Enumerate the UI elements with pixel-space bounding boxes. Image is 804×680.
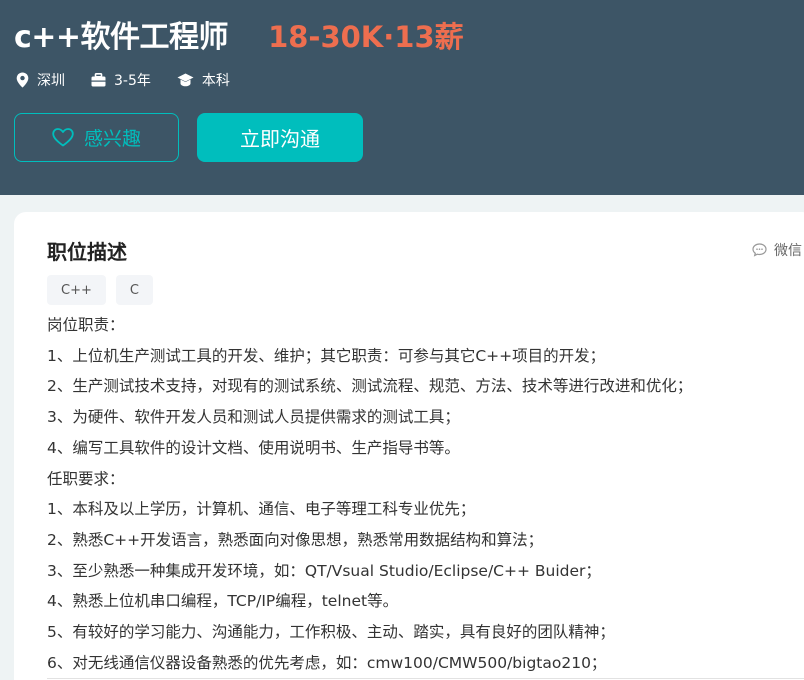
description-line: 4、熟悉上位机串口编程，TCP/IP编程，telnet等。 (47, 592, 399, 611)
section-title: 职位描述 (47, 240, 127, 264)
chat-bubble-icon (752, 243, 767, 257)
description-line: 1、上位机生产测试工具的开发、维护；其它职责：可参与其它C++项目的开发； (47, 346, 606, 365)
description-line: 5、有较好的学习能力、沟通能力，工作积极、主动、踏实，具有良好的团队精神； (47, 623, 615, 642)
title-row: c++软件工程师 18-30K·13薪 (14, 12, 464, 56)
wechat-label: 微信 (774, 243, 802, 259)
briefcase-icon (91, 73, 106, 87)
job-description-text: 岗位职责： 1、上位机生产测试工具的开发、维护；其它职责：可参与其它C++项目的… (47, 310, 804, 678)
chat-label: 立即沟通 (240, 127, 320, 151)
interest-label: 感兴趣 (83, 128, 141, 150)
location-pin-icon (16, 72, 29, 88)
meta-location: 深圳 (16, 70, 65, 90)
meta-education: 本科 (177, 70, 230, 90)
experience-text: 3-5年 (114, 73, 151, 89)
wechat-share[interactable]: 微信 (752, 240, 802, 260)
job-description-card: 职位描述 微信 C++ C 岗位职责： 1、上位机生产测试工具的开发、维护；其它… (14, 212, 804, 680)
section-divider (47, 678, 804, 679)
job-header: c++软件工程师 18-30K·13薪 深圳 3-5年 本科 感兴趣 立即沟通 (0, 0, 804, 195)
description-line: 4、编写工具软件的设计文档、使用说明书、生产指导书等。 (47, 438, 460, 457)
description-line: 1、本科及以上学历，计算机、通信、电子等理工科专业优先； (47, 500, 476, 519)
description-line: 岗位职责： (47, 316, 125, 334)
meta-experience: 3-5年 (91, 70, 151, 90)
description-line: 任职要求： (47, 469, 125, 488)
chat-now-button[interactable]: 立即沟通 (197, 113, 363, 162)
description-line: 2、熟悉C++开发语言，熟悉面向对像思想，熟悉常用数据结构和算法； (47, 530, 544, 549)
description-line: 3、至少熟悉一种集成开发环境，如：QT/Vsual Studio/Eclipse… (47, 561, 601, 580)
salary-range: 18-30K·13薪 (268, 20, 464, 54)
graduation-cap-icon (177, 73, 194, 87)
skill-tag: C (115, 275, 153, 305)
skill-tag: C++ (47, 275, 106, 305)
skill-tags: C++ C (47, 275, 163, 305)
education-text: 本科 (201, 73, 230, 89)
description-line: 6、对无线通信仪器设备熟悉的优先考虑，如：cmw100/CMW500/bigta… (47, 653, 607, 672)
job-title: c++软件工程师 (14, 20, 229, 55)
description-line: 2、生产测试技术支持，对现有的测试系统、测试流程、规范、方法、技术等进行改进和优… (47, 377, 693, 396)
job-meta: 深圳 3-5年 本科 (16, 70, 256, 90)
interest-button[interactable]: 感兴趣 (14, 113, 179, 162)
description-line: 3、为硬件、软件开发人员和测试人员提供需求的测试工具； (47, 408, 460, 427)
heart-icon (52, 128, 74, 147)
location-text: 深圳 (37, 73, 65, 89)
